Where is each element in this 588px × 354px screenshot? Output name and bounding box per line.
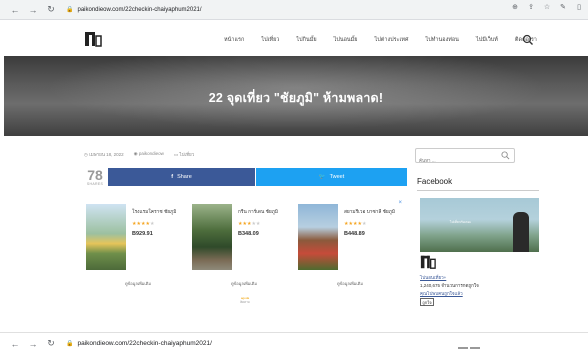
address-bar[interactable]: 🔒 paikondieow.com/22checkin-chaiyaphum20… xyxy=(66,337,326,351)
sidebar-search xyxy=(415,148,515,167)
address-bar[interactable]: 🔒 paikondieow.com/22checkin-chaiyaphum20… xyxy=(66,3,256,17)
search-icon[interactable] xyxy=(522,33,534,45)
menu-item-web[interactable]: ไปมีเว็บท์ xyxy=(476,36,498,44)
star-icon[interactable]: ☆ xyxy=(542,3,552,11)
lock-icon: 🔒 xyxy=(66,341,74,347)
facebook-liked-link[interactable]: คุณไปพบคนถูกใจแล้ว xyxy=(420,290,463,297)
facebook-share-label: Share xyxy=(177,174,192,180)
forward-icon[interactable]: → xyxy=(26,3,40,17)
toolbar-actions: ⊕ ⇪ ☆ ✎ ▯ xyxy=(510,3,584,11)
reload-icon[interactable]: ↻ xyxy=(44,3,58,17)
hotel-name: สยามรีเวอ บาซาลี ชัยภูมิ xyxy=(344,210,396,215)
browser-toolbar: ← → ↻ 🔒 paikondieow.com/22checkin-chaiya… xyxy=(0,0,588,20)
hotel-rating: ★★★★★ xyxy=(238,221,261,227)
hotel-more-button[interactable]: ดูข้อมูลเพิ่มเติม xyxy=(298,280,402,287)
search-input[interactable] xyxy=(416,154,496,167)
facebook-like-button[interactable]: ถูกใจ xyxy=(420,298,434,306)
menu-icon[interactable]: ▯ xyxy=(574,3,584,11)
facebook-page-logo[interactable] xyxy=(420,254,436,270)
url-text: paikondieow.com/22checkin-chaiyaphum2021… xyxy=(77,6,202,13)
ad-footer[interactable]: agoda ติดตาม xyxy=(84,296,406,304)
logo-icon xyxy=(420,255,436,269)
zoom-icon[interactable]: ⊕ xyxy=(510,3,520,11)
post-author[interactable]: ◉ paikondieow xyxy=(134,151,164,158)
hotel-ad: × โรงแรมโคราช ชัยภูมิ ★★★★★ B929.91 ดูข้… xyxy=(84,198,406,310)
back-icon[interactable]: ← xyxy=(8,337,22,351)
hotel-image xyxy=(298,204,338,270)
hero-banner: 22 จุดเที่ยว "ชัยภูมิ" ห้ามพลาด! xyxy=(4,56,588,136)
hotel-more-button[interactable]: ดูข้อมูลเพิ่มเติม xyxy=(86,280,190,287)
share-count: 78 xyxy=(87,167,103,183)
hotel-name: กรีน การ์เดน ชัยภูมิ xyxy=(238,210,279,215)
hotel-card[interactable]: สยามรีเวอ บาซาลี ชัยภูมิ ★★★★★ B448.89 ด… xyxy=(298,204,402,294)
site-logo[interactable] xyxy=(84,30,102,48)
hotel-card[interactable]: กรีน การ์เดน ชัยภูมิ ★★★★★ B348.09 ดูข้อ… xyxy=(192,204,296,294)
share-counter: 78 SHARES xyxy=(84,168,106,186)
scroll-indicator xyxy=(458,347,480,349)
share-count-label: SHARES xyxy=(86,182,104,186)
menu-item-abroad[interactable]: ไปต่างประเทศ xyxy=(375,36,409,44)
facebook-icon: f xyxy=(171,174,174,180)
facebook-widget-title: Facebook xyxy=(417,177,453,186)
cover-person xyxy=(513,212,529,252)
hotel-card[interactable]: โรงแรมโคราช ชัยภูมิ ★★★★★ B929.91 ดูข้อม… xyxy=(86,204,190,294)
facebook-share-button[interactable]: f Share xyxy=(108,168,255,186)
forward-icon[interactable]: → xyxy=(26,337,40,351)
hotel-image xyxy=(192,204,232,270)
back-icon[interactable]: ← xyxy=(8,3,22,17)
hotel-rating: ★★★★★ xyxy=(132,221,155,227)
twitter-icon: 🐦 xyxy=(318,174,326,180)
hotel-price: B929.91 xyxy=(132,231,153,237)
main-menu: หน้าแรก ไปเที่ยว ไปกินมั้ย ไปนอนมั้ย ไปต… xyxy=(224,36,554,44)
ad-footer-text: ติดตาม xyxy=(240,300,250,304)
hotel-more-button[interactable]: ดูข้อมูลเพิ่มเติม xyxy=(192,280,296,287)
site-header: หน้าแรก ไปเที่ยว ไปกินมั้ย ไปนอนมั้ย ไปต… xyxy=(0,24,588,56)
hotel-price: B448.89 xyxy=(344,231,365,237)
divider xyxy=(417,190,539,191)
reload-icon[interactable]: ↻ xyxy=(44,337,58,351)
menu-item-eat[interactable]: ไปกินมั้ย xyxy=(296,36,316,44)
hotel-name: โรงแรมโคราช ชัยภูมิ xyxy=(132,210,177,215)
browser-toolbar-bottom: ← → ↻ 🔒 paikondieow.com/22checkin-chaiya… xyxy=(0,332,588,354)
menu-item-other[interactable]: ไปทำนองท่อน xyxy=(426,36,459,44)
share-icon[interactable]: ⇪ xyxy=(526,3,536,11)
facebook-like-count: 1,240,675 จำนวนการกดถูกใจ xyxy=(420,283,479,288)
cover-text: ไปเที่ยวกันเถอะ xyxy=(450,220,472,224)
hotel-price: B348.09 xyxy=(238,231,259,237)
menu-item-stay[interactable]: ไปนอนมั้ย xyxy=(334,36,358,44)
hotel-image xyxy=(86,204,126,270)
twitter-share-button[interactable]: 🐦 Tweet xyxy=(256,168,407,186)
facebook-cover-image[interactable]: ไปเที่ยวกันเถอะ xyxy=(420,198,539,252)
lock-icon: 🔒 xyxy=(66,7,74,13)
article-meta: ◷ เมษายน 18, 2022 ◉ paikondieow ▭ ไปเที่… xyxy=(84,151,194,158)
extension-icon[interactable]: ✎ xyxy=(558,3,568,11)
facebook-page-name[interactable]: ไปนอนเที่ยว+ xyxy=(420,274,446,281)
url-text: paikondieow.com/22checkin-chaiyaphum2021… xyxy=(77,340,212,347)
menu-item-home[interactable]: หน้าแรก xyxy=(224,36,244,44)
search-icon[interactable] xyxy=(501,151,510,160)
post-date: ◷ เมษายน 18, 2022 xyxy=(84,152,124,157)
post-category[interactable]: ▭ ไปเที่ยว xyxy=(174,151,194,158)
twitter-share-label: Tweet xyxy=(329,174,345,180)
menu-item-travel[interactable]: ไปเที่ยว xyxy=(261,36,279,44)
logo-icon xyxy=(85,32,102,47)
page-title: 22 จุดเที่ยว "ชัยภูมิ" ห้ามพลาด! xyxy=(208,91,384,105)
hotel-rating: ★★★★★ xyxy=(344,221,367,227)
